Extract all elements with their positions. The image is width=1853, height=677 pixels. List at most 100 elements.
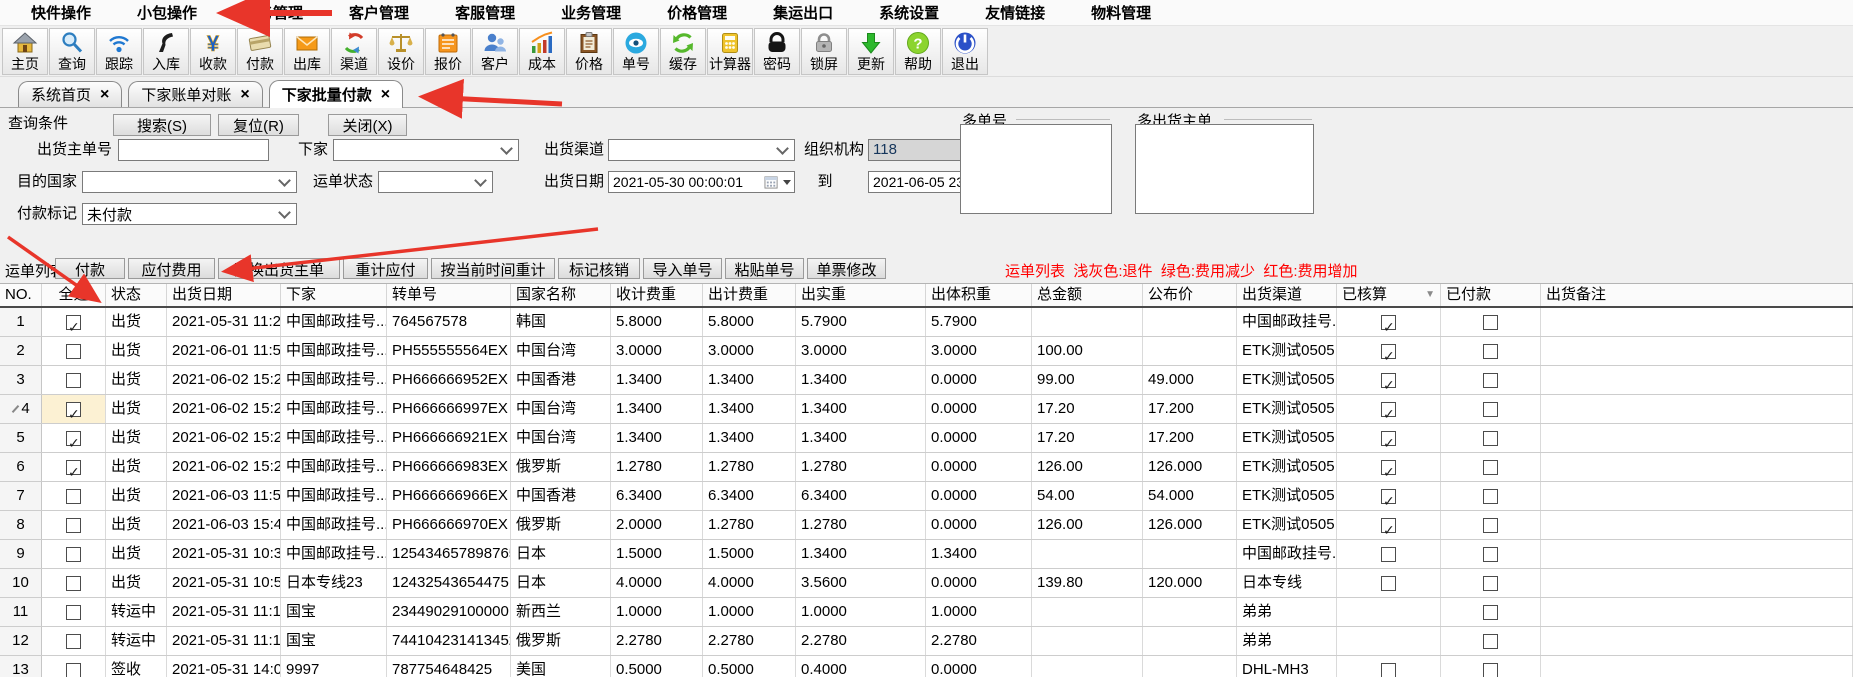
downstream-select[interactable] (333, 139, 519, 161)
action-button-4[interactable]: 重计应付 (343, 258, 428, 279)
row-select-checkbox[interactable] (66, 634, 81, 649)
action-button-6[interactable]: 标记核销 (558, 258, 640, 279)
row-select-checkbox[interactable] (66, 402, 81, 417)
menu-item[interactable]: 系统设置 (856, 2, 962, 23)
paid-checkbox[interactable] (1483, 344, 1498, 359)
row-select-checkbox[interactable] (66, 576, 81, 591)
paid-checkbox[interactable] (1483, 489, 1498, 504)
menu-item[interactable]: 物料管理 (1068, 2, 1174, 23)
menu-item[interactable]: 客户管理 (326, 2, 432, 23)
home-toolbar-button[interactable]: 主页 (2, 28, 48, 75)
inbound-scan-toolbar-button[interactable]: 入库 (143, 28, 189, 75)
settled-checkbox[interactable] (1381, 518, 1396, 533)
update-toolbar-button[interactable]: 更新 (848, 28, 894, 75)
menu-item[interactable]: 价格管理 (644, 2, 750, 23)
row-select-checkbox[interactable] (66, 605, 81, 620)
dest-country-select[interactable] (82, 171, 297, 193)
filter-dropdown-icon[interactable]: ▼ (1425, 284, 1435, 306)
settled-checkbox[interactable] (1381, 431, 1396, 446)
paid-checkbox[interactable] (1483, 663, 1498, 677)
row-select-checkbox[interactable] (66, 547, 81, 562)
paid-checkbox[interactable] (1483, 373, 1498, 388)
paid-checkbox[interactable] (1483, 402, 1498, 417)
menu-item[interactable]: 财务管理 (220, 2, 326, 23)
search-button[interactable]: 搜索(S) (113, 114, 211, 136)
action-button-8[interactable]: 粘贴单号 (725, 258, 804, 279)
tab-3[interactable]: 下家批量付款× (269, 80, 403, 108)
make-payment-toolbar-button[interactable]: 付款 (237, 28, 283, 75)
track-toolbar-button[interactable]: 跟踪 (96, 28, 142, 75)
receive-payment-toolbar-button[interactable]: ¥收款 (190, 28, 236, 75)
password-toolbar-button[interactable]: 密码 (754, 28, 800, 75)
row-select-checkbox[interactable] (66, 663, 81, 677)
action-button-3[interactable]: 更换出货主单 (218, 258, 340, 279)
channel-toolbar-button[interactable]: 渠道 (331, 28, 377, 75)
multi-tracking-no-textarea[interactable] (960, 124, 1112, 214)
paid-checkbox[interactable] (1483, 431, 1498, 446)
paid-checkbox[interactable] (1483, 315, 1498, 330)
paid-checkbox[interactable] (1483, 634, 1498, 649)
row-select-checkbox[interactable] (66, 431, 81, 446)
settled-checkbox[interactable] (1381, 402, 1396, 417)
outbound-toolbar-button[interactable]: 出库 (284, 28, 330, 75)
customer-toolbar-button[interactable]: 客户 (472, 28, 518, 75)
paid-checkbox[interactable] (1483, 605, 1498, 620)
action-button-1[interactable]: 付款 (55, 258, 125, 279)
multi-master-no-textarea[interactable] (1135, 124, 1314, 214)
menu-item[interactable]: 业务管理 (538, 2, 644, 23)
row-select-checkbox[interactable] (66, 315, 81, 330)
action-button-2[interactable]: 应付费用 (128, 258, 215, 279)
waybill-status-select[interactable] (378, 171, 493, 193)
reset-button[interactable]: 复位(R) (218, 114, 299, 136)
settled-checkbox[interactable] (1381, 460, 1396, 475)
menu-item[interactable]: 友情链接 (962, 2, 1068, 23)
settled-checkbox[interactable] (1381, 344, 1396, 359)
row-number-cell: 1 (0, 308, 42, 336)
paid-checkbox[interactable] (1483, 460, 1498, 475)
ship-channel-select[interactable] (608, 139, 795, 161)
menu-item[interactable]: 客服管理 (432, 2, 538, 23)
settled-checkbox[interactable] (1381, 315, 1396, 330)
paid-checkbox[interactable] (1483, 547, 1498, 562)
row-select-checkbox[interactable] (66, 344, 81, 359)
ship-date-from-input[interactable]: 2021-05-30 00:00:01 (608, 171, 795, 193)
close-button[interactable]: 关闭(X) (328, 114, 407, 136)
exit-toolbar-button[interactable]: 退出 (942, 28, 988, 75)
row-select-checkbox[interactable] (66, 518, 81, 533)
set-price-toolbar-button[interactable]: 设价 (378, 28, 424, 75)
tab-close-icon[interactable]: × (240, 88, 249, 102)
quote-toolbar-button[interactable]: 报价 (425, 28, 471, 75)
settled-checkbox[interactable] (1381, 373, 1396, 388)
tab-2[interactable]: 下家账单对账× (128, 81, 262, 107)
action-button-7[interactable]: 导入单号 (643, 258, 722, 279)
pay-flag-select[interactable]: 未付款 (82, 203, 297, 225)
tracking-no-toolbar-button[interactable]: 单号 (613, 28, 659, 75)
tab-1[interactable]: 系统首页× (18, 81, 122, 107)
help-toolbar-button[interactable]: ?帮助 (895, 28, 941, 75)
action-button-5[interactable]: 按当前时间重计 (431, 258, 555, 279)
action-button-9[interactable]: 单票修改 (807, 258, 886, 279)
settled-checkbox[interactable] (1381, 663, 1396, 677)
settled-checkbox[interactable] (1381, 489, 1396, 504)
cost-toolbar-button[interactable]: 成本 (519, 28, 565, 75)
calculator-toolbar-button[interactable]: 计算器 (707, 28, 753, 75)
lock-screen-toolbar-button[interactable]: 锁屏 (801, 28, 847, 75)
price-toolbar-button[interactable]: 价格 (566, 28, 612, 75)
tab-close-icon[interactable]: × (100, 88, 109, 102)
settled-checkbox[interactable] (1381, 547, 1396, 562)
shipment-master-no-input[interactable] (118, 139, 269, 161)
cell-public_price: 126.000 (1143, 453, 1237, 481)
menu-item[interactable]: 小包操作 (114, 2, 220, 23)
row-select-checkbox[interactable] (66, 489, 81, 504)
search-toolbar-button[interactable]: 查询 (49, 28, 95, 75)
row-select-checkbox[interactable] (66, 373, 81, 388)
cell-status: 转运中 (106, 627, 167, 655)
tab-close-icon[interactable]: × (381, 88, 390, 102)
paid-checkbox[interactable] (1483, 518, 1498, 533)
cache-toolbar-button[interactable]: 缓存 (660, 28, 706, 75)
row-select-checkbox[interactable] (66, 460, 81, 475)
settled-checkbox[interactable] (1381, 576, 1396, 591)
menu-item[interactable]: 快件操作 (8, 2, 114, 23)
paid-checkbox[interactable] (1483, 576, 1498, 591)
menu-item[interactable]: 集运出口 (750, 2, 856, 23)
